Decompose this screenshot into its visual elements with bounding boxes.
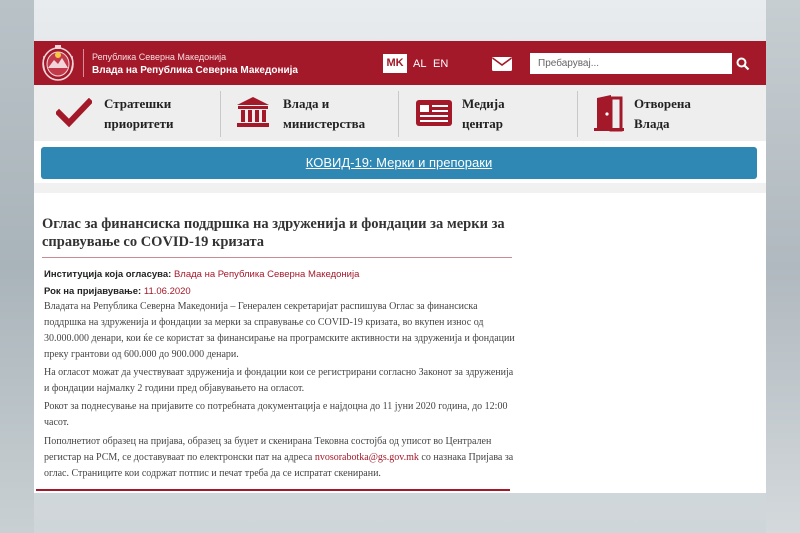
institution-row: Институција која огласува: Влада на Репу… [44, 269, 359, 280]
covid-banner-label: КОВИД-19: Мерки и препораки [305, 155, 493, 170]
nav-label: Медија центар [462, 96, 505, 131]
nav-government-ministries[interactable]: Влада и министерства [221, 85, 398, 141]
coat-of-arms-logo[interactable] [40, 44, 76, 82]
mail-icon[interactable] [491, 56, 513, 72]
search-icon[interactable] [735, 56, 751, 72]
photo-background-right [766, 0, 800, 533]
country-name: Република Северна Македонија [92, 52, 227, 62]
checkmark-icon [56, 98, 92, 128]
article-paragraph: Рокот за поднесување на пријавите со пот… [44, 401, 508, 428]
article-paragraph: Пополнетиот образец на пријава, образец … [44, 436, 514, 479]
header-divider [83, 49, 84, 77]
article-paragraph: На огласот можат да учествуваат здружени… [44, 367, 514, 394]
institution-link[interactable]: Влада на Република Северна Македонија [174, 269, 359, 280]
nav-strategic-priorities[interactable]: Стратешки приоритети [34, 85, 220, 141]
nav-media-center[interactable]: Медија центар [399, 85, 577, 141]
article-title: Оглас за финансиска поддршка на здружени… [42, 216, 505, 250]
deadline-value: 11.06.2020 [143, 286, 191, 297]
deadline-row: Рок на пријавување: 11.06.2020 [44, 286, 191, 297]
email-link[interactable]: nvosorabotka@gs.gov.mk [315, 452, 419, 463]
nav-open-government[interactable]: Отворена Влада [578, 85, 766, 141]
institution-label: Институција која огласува: [44, 269, 172, 280]
covid-banner-link[interactable]: КОВИД-19: Мерки и препораки [41, 147, 757, 179]
main-navigation: Стратешки приоритети Влада и министерства [34, 85, 766, 141]
title-divider [42, 257, 512, 258]
section-divider [34, 183, 766, 193]
browser-page: Република Северна Македонија Влада на Ре… [34, 41, 766, 493]
language-mk-button[interactable]: MK [383, 54, 407, 73]
government-building-icon [237, 97, 269, 127]
nav-label: Отворена Влада [634, 96, 691, 131]
photo-background-left [0, 0, 34, 533]
nav-label: Стратешки приоритети [104, 96, 174, 131]
deadline-label: Рок на пријавување: [44, 286, 142, 297]
government-name[interactable]: Влада на Република Северна Македонија [92, 65, 298, 76]
bottom-divider [36, 489, 510, 491]
open-door-icon [594, 95, 624, 132]
article-paragraph: Владата на Република Северна Македонија … [44, 301, 515, 360]
language-en-button[interactable]: EN [433, 58, 448, 70]
language-al-button[interactable]: AL [413, 58, 426, 70]
nav-label: Влада и министерства [283, 96, 366, 131]
newspaper-icon [416, 100, 452, 126]
top-header: Република Северна Македонија Влада на Ре… [34, 41, 766, 85]
search-input[interactable] [530, 53, 732, 74]
